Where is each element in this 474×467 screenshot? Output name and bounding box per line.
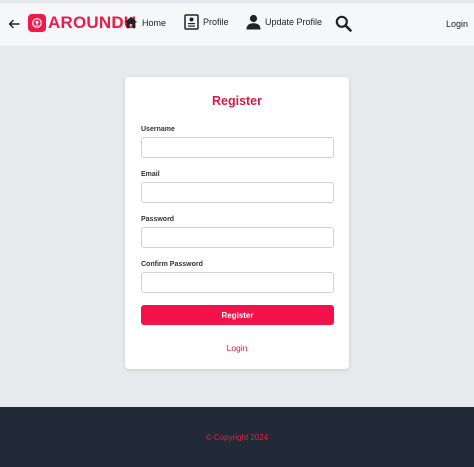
home-icon bbox=[124, 16, 138, 29]
nav-home[interactable]: Home bbox=[124, 16, 166, 29]
search-icon bbox=[335, 15, 352, 32]
password-input[interactable] bbox=[141, 227, 334, 248]
nav-login-link[interactable]: Login bbox=[446, 19, 468, 29]
location-pin-icon bbox=[28, 14, 46, 32]
register-button[interactable]: Register bbox=[141, 305, 334, 325]
profile-document-icon bbox=[184, 14, 199, 30]
nav-home-label: Home bbox=[142, 17, 167, 28]
register-title: Register bbox=[211, 94, 263, 108]
confirm-password-input[interactable] bbox=[141, 272, 334, 293]
login-link[interactable]: Login bbox=[125, 343, 349, 353]
username-input[interactable] bbox=[141, 137, 334, 158]
back-button[interactable] bbox=[8, 15, 22, 33]
copyright-text: © Copyright 2024 bbox=[205, 433, 269, 442]
footer: © Copyright 2024 bbox=[0, 407, 474, 467]
register-card: Register Username Email Password Confirm… bbox=[125, 77, 349, 369]
email-input[interactable] bbox=[141, 182, 334, 203]
user-icon bbox=[246, 14, 261, 30]
nav-update-profile-label: Update Profile bbox=[265, 17, 323, 27]
nav-profile-label: Profile bbox=[203, 17, 229, 27]
username-label: Username bbox=[141, 126, 175, 133]
brand-logo[interactable]: AROUNDU bbox=[28, 13, 136, 33]
nav-update-profile[interactable]: Update Profile bbox=[246, 14, 322, 30]
password-label: Password bbox=[141, 216, 175, 223]
arrow-left-icon bbox=[8, 19, 20, 29]
nav-profile[interactable]: Profile bbox=[184, 14, 229, 30]
email-label: Email bbox=[141, 171, 160, 178]
navbar: AROUNDU Home Profile Update Profile Logi… bbox=[0, 3, 474, 47]
search-button[interactable] bbox=[335, 15, 352, 32]
confirm-password-label: Confirm Password bbox=[141, 261, 203, 268]
